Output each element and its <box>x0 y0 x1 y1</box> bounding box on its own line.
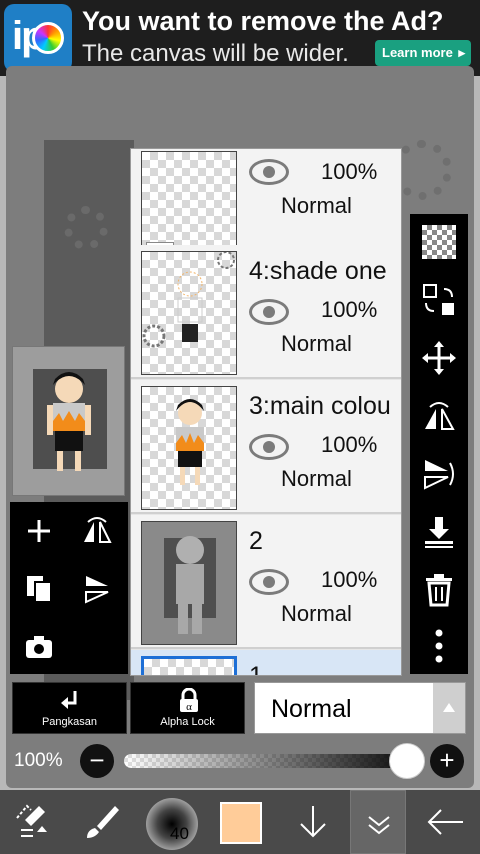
brush-icon <box>87 806 119 838</box>
chevron-right-icon: ▸ <box>458 45 465 60</box>
flip-horizontal-icon <box>425 402 455 430</box>
opacity-slider-handle[interactable] <box>389 743 425 779</box>
layer-row-selected[interactable]: 1 <box>131 650 401 676</box>
brush-size-value: 40 <box>170 824 189 843</box>
layer-blend-mode: Normal <box>281 466 352 491</box>
add-layer-button[interactable] <box>14 506 64 556</box>
svg-text:α: α <box>186 701 192 713</box>
swap-button[interactable] <box>410 272 468 328</box>
more-options-button[interactable] <box>410 618 468 674</box>
more-vertical-icon <box>435 629 443 663</box>
ad-subtitle: The canvas will be wider. <box>82 40 349 67</box>
lock-icon: α <box>180 688 198 713</box>
app-screen: ip You want to remove the Ad? The canvas… <box>0 0 480 854</box>
duplicate-layer-button[interactable] <box>14 564 64 614</box>
layer-preview <box>141 386 237 510</box>
layer-name: 2 <box>249 527 263 555</box>
selection-tool-button[interactable] <box>0 790 66 854</box>
layer-opacity: 100% <box>321 432 378 457</box>
main-colour-thumbnail-icon <box>176 399 204 485</box>
layer-name: 3:main colou <box>249 392 391 420</box>
copy-icon <box>27 576 52 603</box>
color-wheel-icon <box>32 22 64 54</box>
shade-layer-thumbnail-icon <box>142 252 235 348</box>
blend-mode-select[interactable]: Normal <box>254 682 466 734</box>
layer-opacity: 100% <box>321 159 378 184</box>
plus-icon <box>28 520 50 542</box>
camera-button[interactable] <box>14 622 64 672</box>
chevron-up-icon[interactable] <box>433 683 465 733</box>
alpha-lock-button[interactable]: α Alpha Lock <box>130 682 245 734</box>
layer-blend-mode: Normal <box>281 331 352 356</box>
flip-vertical-button[interactable] <box>410 446 468 502</box>
layer-preview <box>141 251 237 375</box>
opacity-slider[interactable] <box>124 754 424 768</box>
layer-opacity: 100% <box>321 567 378 592</box>
layer-row[interactable]: 4:shade one 100% Normal <box>131 245 401 379</box>
trash-icon <box>426 574 452 607</box>
down-arrow-button[interactable] <box>280 790 346 854</box>
eye-icon[interactable] <box>249 299 289 325</box>
clipping-label: Pangkasan <box>41 716 98 728</box>
left-toolbox <box>10 502 128 674</box>
layer-name: 1 <box>249 662 263 676</box>
learn-more-button[interactable]: Learn more ▸ <box>375 40 471 66</box>
swap-icon <box>423 284 454 315</box>
layer-menu-button[interactable] <box>350 790 406 854</box>
brush-tool-button[interactable] <box>68 790 134 854</box>
character-thumbnail-icon <box>47 372 91 471</box>
flip-horizontal-button[interactable] <box>410 388 468 444</box>
eye-icon[interactable] <box>249 159 289 185</box>
selection-transform-icon <box>16 804 47 837</box>
flip-horizontal-icon <box>84 517 112 543</box>
right-toolbar <box>410 214 468 674</box>
layer-opacity: 100% <box>321 297 378 322</box>
transparency-button[interactable] <box>410 214 468 270</box>
camera-icon <box>26 636 52 658</box>
flip-vertical-icon <box>424 460 454 490</box>
eye-icon[interactable] <box>249 434 289 460</box>
flip-vertical-button[interactable] <box>72 564 122 614</box>
clipping-arrow-icon <box>61 691 77 709</box>
layer-list[interactable]: T 100% Normal 4:shade one 100% Normal <box>130 148 402 676</box>
base-layer-thumbnail-icon <box>164 536 216 634</box>
canvas-thumbnail[interactable] <box>12 346 125 496</box>
app-logo-icon[interactable]: ip <box>4 4 72 72</box>
layer-row[interactable]: 3:main colou 100% Normal <box>131 380 401 514</box>
arrow-down-icon <box>300 806 326 838</box>
flip-horizontal-button[interactable] <box>72 506 122 556</box>
opacity-value: 100% <box>14 750 63 771</box>
double-chevron-down-icon <box>368 816 390 835</box>
merge-down-icon <box>425 517 453 548</box>
delete-layer-button[interactable] <box>410 562 468 618</box>
layer-blend-mode: Normal <box>281 193 352 218</box>
checkerboard-icon <box>422 225 456 259</box>
ad-title: You want to remove the Ad? <box>82 6 444 36</box>
color-swatch-button[interactable] <box>220 802 262 844</box>
flip-vertical-icon <box>85 576 109 604</box>
layer-preview <box>141 656 237 675</box>
learn-more-label: Learn more <box>382 45 453 60</box>
gear-icon <box>64 206 108 250</box>
increase-opacity-button[interactable]: + <box>430 744 464 778</box>
clipping-button[interactable]: Pangkasan <box>12 682 127 734</box>
layer-name: 4:shade one <box>249 257 387 285</box>
layer-preview <box>141 521 237 645</box>
move-icon <box>422 341 456 375</box>
eye-icon[interactable] <box>249 569 289 595</box>
arrow-left-icon <box>427 809 463 835</box>
ad-banner[interactable]: ip You want to remove the Ad? The canvas… <box>0 0 480 76</box>
layer-row[interactable]: 2 100% Normal <box>131 515 401 649</box>
layer-blend-mode: Normal <box>281 601 352 626</box>
back-button[interactable] <box>412 790 478 854</box>
alpha-lock-label: Alpha Lock <box>160 716 215 728</box>
move-button[interactable] <box>410 330 468 386</box>
blend-mode-value: Normal <box>271 695 352 723</box>
decrease-opacity-button[interactable]: − <box>80 744 114 778</box>
merge-down-button[interactable] <box>410 504 468 560</box>
